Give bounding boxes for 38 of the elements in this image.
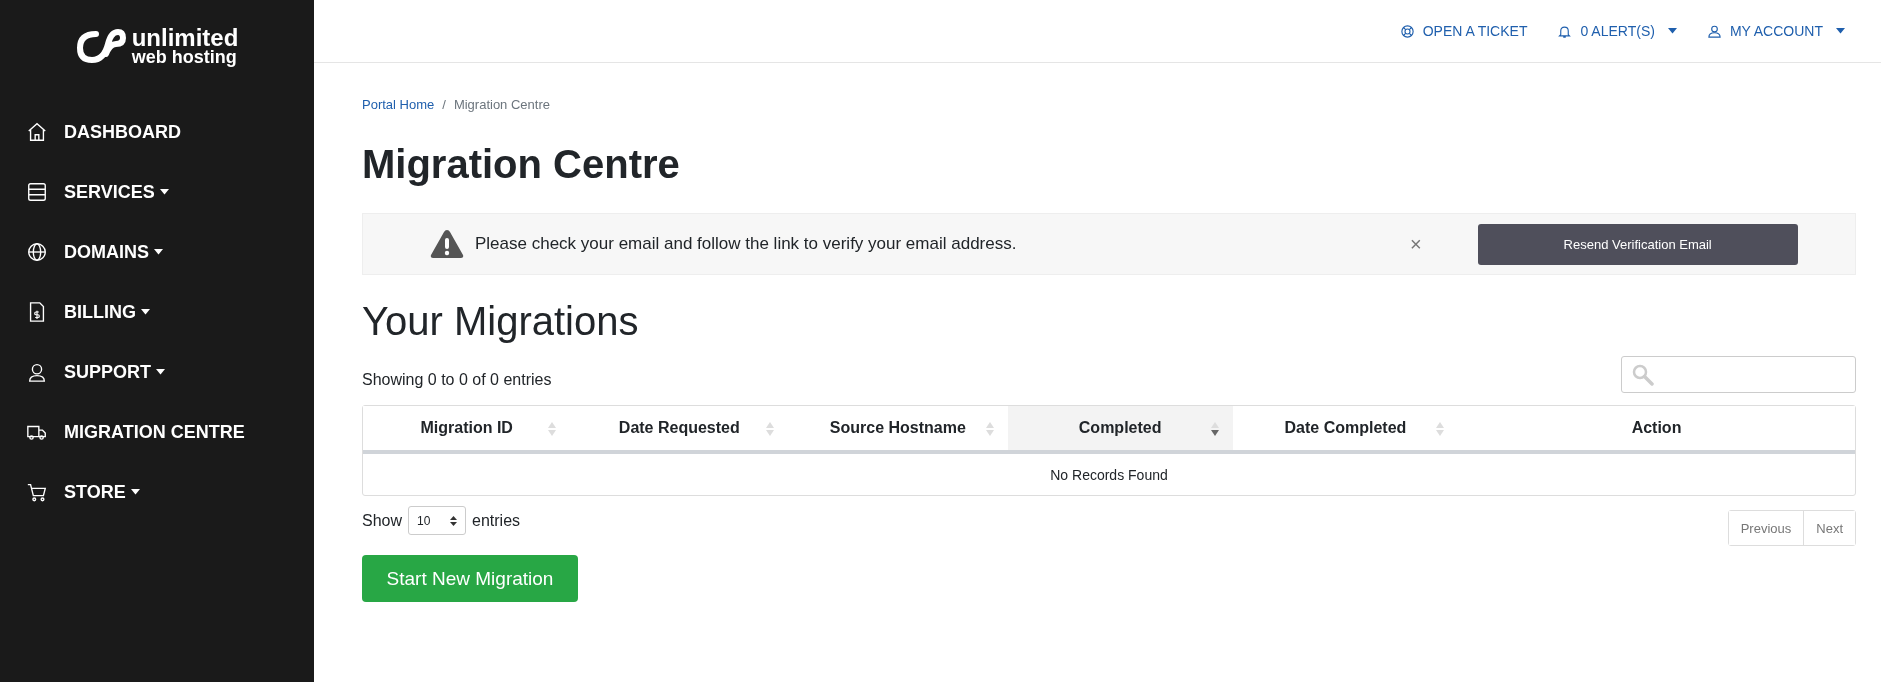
sidebar-item[interactable]: BILLING <box>0 282 314 342</box>
globe-icon <box>26 241 48 263</box>
empty-message: No Records Found <box>1049 465 1169 485</box>
top-nav-link[interactable]: MY ACCOUNT <box>1706 23 1845 39</box>
sidebar-item[interactable]: STORE <box>0 462 314 522</box>
sidebar-item[interactable]: DOMAINS <box>0 222 314 282</box>
top-nav-link[interactable]: 0 ALERT(S) <box>1557 23 1677 39</box>
server-icon <box>26 181 48 203</box>
sidebar-item[interactable]: DASHBOARD <box>0 102 314 162</box>
sidebar-item[interactable]: SUPPORT <box>0 342 314 402</box>
logo-icon <box>75 26 126 66</box>
entries-info: Showing 0 to 0 of 0 entries <box>362 371 552 389</box>
sidebar-item[interactable]: MIGRATION CENTRE <box>0 402 314 462</box>
breadcrumb-current: Migration Centre <box>453 97 550 112</box>
cart-icon <box>26 481 48 503</box>
bell-icon <box>1557 23 1573 39</box>
entries-label: entries <box>472 511 521 530</box>
column-header[interactable]: Completed <box>1007 406 1233 450</box>
search-icon <box>1632 363 1654 386</box>
show-label: Show <box>362 511 403 530</box>
house-icon <box>26 121 48 143</box>
page-length-select[interactable]: 10 <box>408 506 467 535</box>
logo-text: web hosting <box>131 48 238 65</box>
page-title: Migration Centre <box>362 142 681 187</box>
search-field[interactable] <box>1621 356 1856 393</box>
top-nav-link[interactable]: OPEN A TICKET <box>1399 23 1528 39</box>
section-title: Your Migrations <box>362 299 640 344</box>
sidebar-item[interactable]: SERVICES <box>0 162 314 222</box>
resend-verification-button[interactable]: Resend Verification Email <box>1477 223 1798 265</box>
logo-text: unlimited <box>131 27 239 49</box>
lifebuoy-icon <box>1399 23 1415 39</box>
warning-icon <box>429 228 465 260</box>
breadcrumb-separator: / <box>442 97 446 112</box>
alert-message: Please check your email and follow the link to verify your email address. <box>475 234 1018 254</box>
user-icon <box>1706 23 1722 39</box>
close-button[interactable]: × <box>1410 232 1422 256</box>
select-arrows-icon <box>450 515 458 526</box>
breadcrumb-link[interactable]: Portal Home <box>362 97 435 112</box>
